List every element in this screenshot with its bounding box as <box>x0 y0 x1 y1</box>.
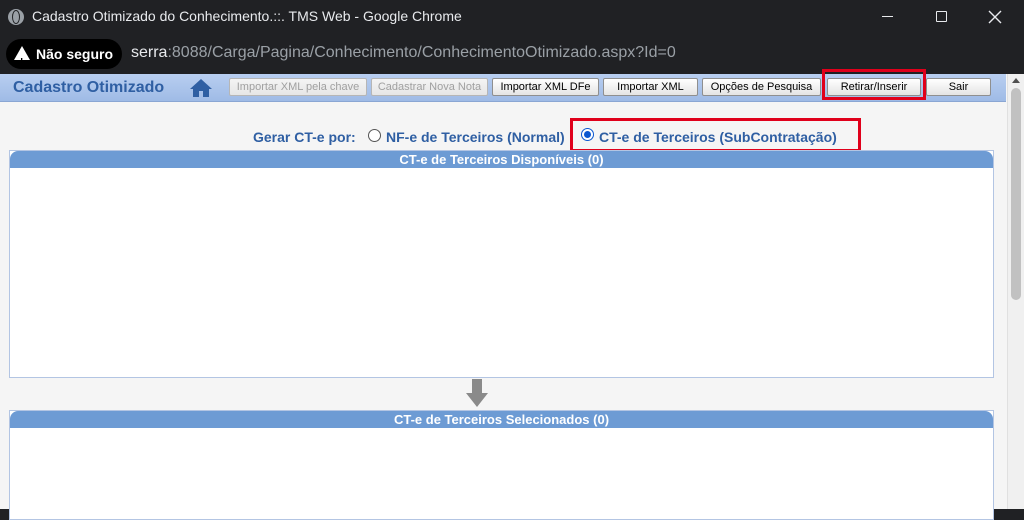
url-path: :8088/Carga/Pagina/Conhecimento/Conhecim… <box>167 44 676 61</box>
maximize-button[interactable] <box>918 0 964 34</box>
available-cte-panel-title: CT-e de Terceiros Disponíveis (0) <box>10 151 993 168</box>
close-icon <box>988 10 1002 24</box>
page-content: Cadastro Otimizado Importar XML pela cha… <box>0 69 1024 520</box>
scrollbar-thumb[interactable] <box>1011 88 1021 300</box>
close-button[interactable] <box>972 0 1018 34</box>
selected-cte-panel-title: CT-e de Terceiros Selecionados (0) <box>10 411 993 428</box>
vertical-scrollbar[interactable] <box>1007 74 1024 509</box>
available-cte-panel: CT-e de Terceiros Disponíveis (0) <box>9 150 994 378</box>
search-options-button[interactable]: Opções de Pesquisa <box>702 78 821 96</box>
maximize-icon <box>935 11 947 23</box>
browser-title-bar: Cadastro Otimizado do Conhecimento.::. T… <box>0 0 1024 34</box>
generate-label: Gerar CT-e por: <box>253 129 356 145</box>
home-icon[interactable] <box>189 78 213 98</box>
url-text[interactable]: serra:8088/Carga/Pagina/Conhecimento/Con… <box>131 44 676 62</box>
highlight-box-remove-insert <box>822 69 926 100</box>
window-title: Cadastro Otimizado do Conhecimento.::. T… <box>32 8 462 24</box>
selected-cte-panel: CT-e de Terceiros Selecionados (0) <box>9 410 994 520</box>
scroll-up-icon[interactable] <box>1012 78 1020 83</box>
security-label: Não seguro <box>36 46 114 62</box>
url-host: serra <box>131 44 168 61</box>
minimize-button[interactable] <box>864 0 910 34</box>
warning-icon <box>14 46 30 78</box>
globe-icon <box>8 9 24 25</box>
exit-button[interactable]: Sair <box>926 78 991 96</box>
minimize-icon <box>881 16 893 18</box>
import-xml-by-key-button[interactable]: Importar XML pela chave <box>229 78 367 96</box>
import-xml-dfe-button[interactable]: Importar XML DFe <box>492 78 599 96</box>
import-xml-button[interactable]: Importar XML <box>603 78 698 96</box>
address-bar[interactable]: Não seguro serra:8088/Carga/Pagina/Conhe… <box>0 34 1024 78</box>
radio-nfe-normal[interactable] <box>368 129 381 142</box>
highlight-box-cte-option <box>570 118 861 152</box>
radio-nfe-normal-label[interactable]: NF-e de Terceiros (Normal) <box>386 129 565 145</box>
security-chip[interactable]: Não seguro <box>6 39 122 78</box>
page-title: Cadastro Otimizado <box>13 79 165 96</box>
arrow-down-icon <box>466 379 488 407</box>
register-new-note-button[interactable]: Cadastrar Nova Nota <box>371 78 488 96</box>
